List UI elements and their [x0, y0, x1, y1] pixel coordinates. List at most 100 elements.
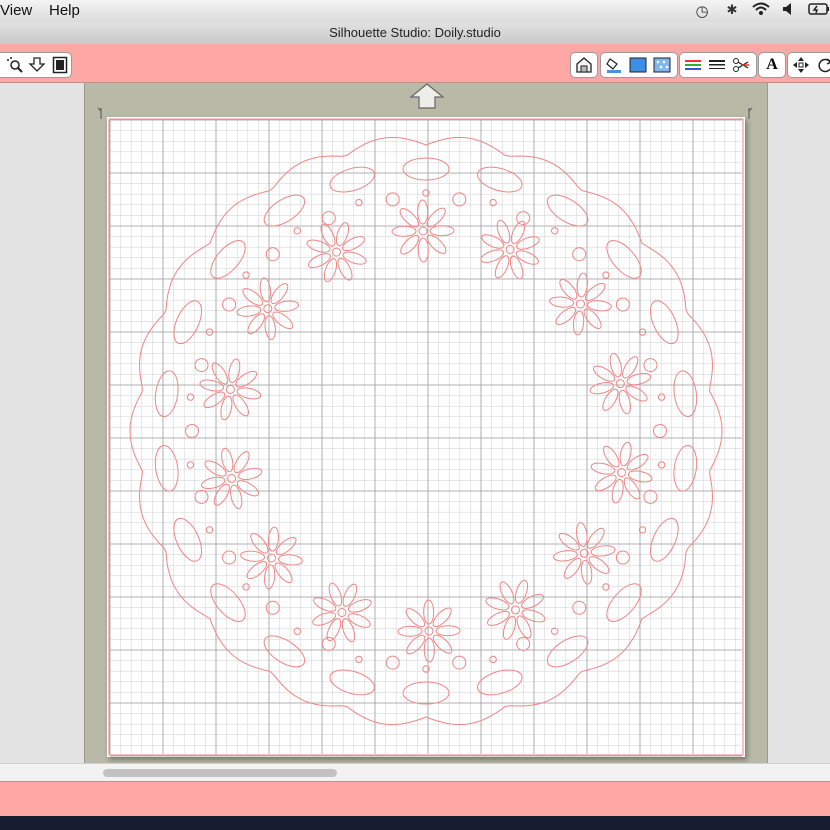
- doily-flower-petal: [237, 467, 263, 481]
- doily-flower-petal: [391, 225, 417, 237]
- doily-hole: [242, 271, 250, 279]
- menu-bar: View Help ◷ ✱: [0, 0, 830, 23]
- text-style-icon[interactable]: A: [761, 54, 783, 76]
- doily-hole: [242, 583, 250, 591]
- doily-flower-center: [263, 304, 273, 314]
- doily-flower-petal: [200, 476, 226, 490]
- doily-hole: [222, 550, 237, 565]
- transform-icon[interactable]: [790, 54, 812, 76]
- doily-flower-petal: [516, 615, 532, 639]
- doily-flower-petal: [594, 474, 617, 492]
- wifi-icon[interactable]: [751, 1, 771, 21]
- bluetooth-icon[interactable]: ✱: [722, 1, 742, 21]
- doily-outer-petal: [173, 300, 203, 345]
- toolbar-group-transform: [787, 52, 830, 78]
- doily-flower-petal: [233, 451, 250, 474]
- doily-flower-petal: [619, 441, 632, 467]
- doily-hole: [572, 247, 587, 262]
- doily-flower-petal: [204, 460, 227, 477]
- doily-flower-petal: [417, 237, 429, 263]
- doily-hole: [452, 655, 467, 670]
- doily-flower-center: [225, 384, 235, 394]
- doily-flower-petal: [563, 557, 582, 579]
- doily-hole: [205, 526, 214, 534]
- doily-flower-petal: [242, 288, 264, 306]
- fill-color-icon[interactable]: [627, 54, 649, 76]
- doily-flower-petal: [502, 615, 517, 640]
- doily-flower-petal: [326, 618, 342, 642]
- import-icon[interactable]: [26, 54, 48, 76]
- doily-hole: [321, 211, 336, 226]
- doily-flower-petal: [213, 483, 230, 506]
- doily-flower-petal: [347, 613, 371, 628]
- doily-flower-petal: [496, 219, 511, 244]
- work-area[interactable]: [0, 83, 830, 763]
- bottom-toolbar: [0, 781, 830, 816]
- volume-icon[interactable]: [778, 1, 798, 21]
- window-title-bar[interactable]: Silhouette Studio: Doily.studio: [0, 22, 830, 45]
- line-style-icon[interactable]: [706, 54, 728, 76]
- doily-flower-petal: [337, 257, 353, 281]
- scrollbar-thumb[interactable]: [103, 769, 337, 777]
- menu-view[interactable]: View: [0, 2, 32, 19]
- doily-outer-petal: [673, 444, 698, 492]
- doily-flower-petal: [558, 532, 580, 551]
- doily-outer-petal: [329, 669, 375, 696]
- doily-design[interactable]: [107, 117, 745, 757]
- doily-flower-petal: [236, 387, 262, 400]
- doily-hole: [657, 393, 666, 401]
- doily-flower-petal: [499, 581, 515, 605]
- doily-flower-center: [576, 299, 585, 309]
- page-view-icon[interactable]: [49, 54, 71, 76]
- doily-flower-petal: [328, 582, 343, 607]
- zoom-select-icon[interactable]: [3, 54, 25, 76]
- doily-flower-center: [332, 247, 341, 257]
- replicate-icon[interactable]: [814, 54, 830, 76]
- doily-flower-petal: [515, 250, 539, 265]
- doily-hole: [186, 393, 195, 401]
- library-icon[interactable]: [573, 54, 595, 76]
- doily-hole: [185, 424, 199, 438]
- doily-flower-petal: [246, 561, 268, 580]
- doily-flower-petal: [521, 609, 546, 623]
- doily-flower-petal: [250, 532, 269, 554]
- feed-direction-arrow-icon: [410, 83, 444, 109]
- fill-pattern-icon[interactable]: [651, 54, 673, 76]
- menu-help[interactable]: Help: [49, 2, 80, 19]
- doily-flower-petal: [583, 308, 602, 330]
- doily-outer-petal: [210, 240, 246, 279]
- doily-flower-petal: [485, 597, 510, 611]
- line-color-icon[interactable]: [682, 54, 704, 76]
- doily-flower-petal: [272, 311, 294, 330]
- doily-flower-petal: [593, 365, 616, 382]
- toolbar-group-text: A: [758, 52, 786, 78]
- doily-flower-petal: [228, 358, 241, 384]
- desktop-background: [0, 816, 830, 830]
- doily-flower-petal: [230, 484, 243, 510]
- doily-outer-petal: [154, 444, 179, 492]
- doily-flower-petal: [306, 239, 331, 253]
- battery-icon[interactable]: [808, 1, 829, 21]
- doily-flower-petal: [590, 462, 616, 475]
- toolbar-group-fill: [600, 52, 678, 78]
- cutting-canvas[interactable]: [107, 117, 745, 757]
- doily-flower-petal: [275, 536, 297, 556]
- doily-outer-petal: [546, 635, 589, 668]
- time-machine-icon[interactable]: ◷: [692, 1, 712, 21]
- doily-flower-petal: [626, 372, 652, 386]
- doily-flower-petal: [312, 612, 336, 626]
- horizontal-scrollbar[interactable]: [0, 763, 830, 782]
- doily-outer-petal: [402, 157, 450, 181]
- toolbar-group-line: [679, 52, 757, 78]
- doily-flower-petal: [480, 249, 505, 263]
- fill-icon[interactable]: [603, 54, 625, 76]
- doily-hole: [452, 192, 467, 207]
- doily-flower-petal: [435, 625, 461, 637]
- doily-outer-petal: [173, 517, 203, 562]
- doily-flower-petal: [417, 199, 429, 225]
- doily-flower-petal: [623, 477, 641, 500]
- cut-style-icon[interactable]: [730, 54, 752, 76]
- cutting-mat[interactable]: [84, 83, 768, 763]
- doily-flower-petal: [481, 234, 505, 249]
- doily-hole: [355, 655, 363, 664]
